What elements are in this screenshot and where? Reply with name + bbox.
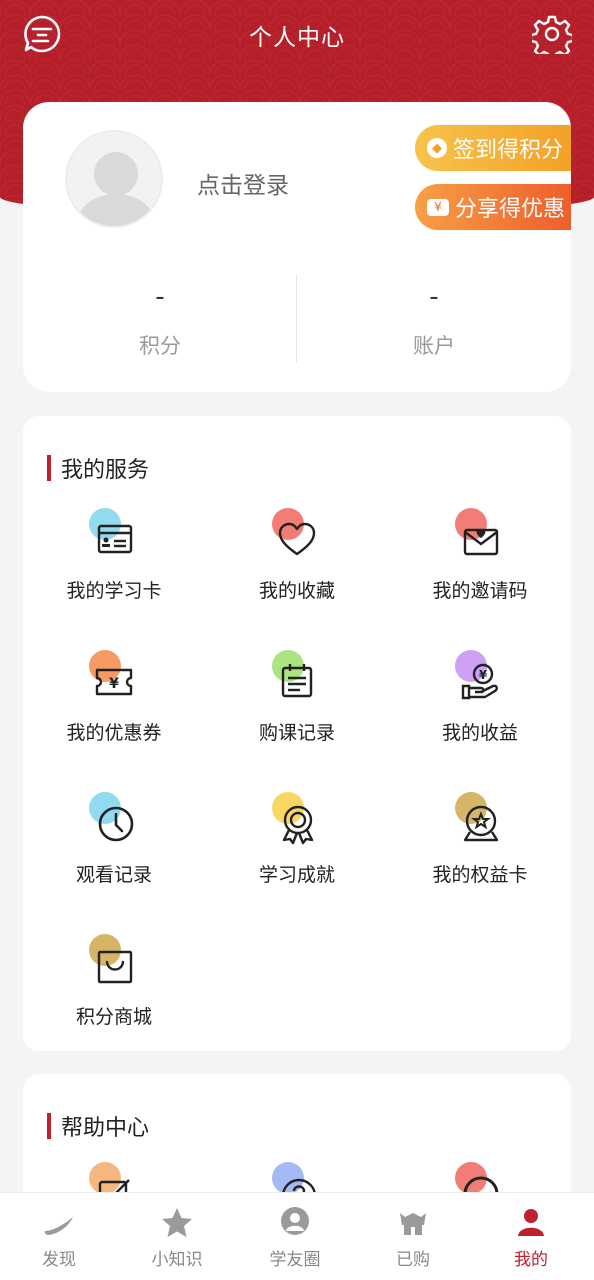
- top-bar: 个人中心: [0, 0, 594, 72]
- tab-label: 发现: [42, 1250, 76, 1270]
- svg-text:¥: ¥: [109, 676, 119, 692]
- account-value: -: [429, 282, 439, 312]
- points-value: -: [155, 282, 165, 312]
- service-label: 我的学习卡: [66, 580, 162, 602]
- help-title: 帮助中心: [61, 1116, 150, 1141]
- service-label: 我的邀请码: [432, 580, 528, 602]
- user-icon: [518, 1209, 544, 1236]
- star-icon: [162, 1208, 192, 1237]
- community-icon: [281, 1207, 309, 1235]
- service-watch-history[interactable]: 观看记录: [23, 792, 205, 887]
- help-heading: 帮助中心: [47, 1112, 150, 1141]
- profile-card: 点击登录 ◆ 签到得积分 ¥ 分享得优惠 - 积分 - 账户: [23, 102, 571, 392]
- tab-label: 小知识: [151, 1250, 203, 1270]
- service-coupons[interactable]: ¥ 我的优惠券: [23, 650, 205, 745]
- tab-discover[interactable]: 发现: [0, 1193, 118, 1280]
- tab-label: 已购: [396, 1250, 430, 1270]
- share-label: 分享得优惠: [455, 197, 566, 222]
- invite-envelope-icon: [463, 528, 499, 556]
- service-label: 我的权益卡: [432, 864, 528, 886]
- shopping-bag-icon: [97, 950, 133, 984]
- services-heading: 我的服务: [47, 454, 150, 483]
- sign-in-button[interactable]: ◆ 签到得积分: [415, 125, 571, 171]
- badge-star-icon: [463, 805, 499, 842]
- coin-icon: ◆: [427, 138, 447, 158]
- coupon-icon: ¥: [95, 668, 133, 696]
- share-button[interactable]: ¥ 分享得优惠: [415, 184, 571, 230]
- login-link[interactable]: 点击登录: [197, 166, 289, 200]
- avatar[interactable]: [65, 130, 163, 228]
- service-benefit-card[interactable]: 我的权益卡: [389, 792, 571, 887]
- service-study-card[interactable]: 我的学习卡: [23, 508, 205, 603]
- tab-community[interactable]: 学友圈: [236, 1193, 354, 1280]
- services-title: 我的服务: [61, 458, 150, 483]
- service-label: 积分商城: [75, 1006, 152, 1028]
- service-label: 我的收益: [441, 722, 518, 744]
- points-stat[interactable]: - 积分: [23, 282, 297, 360]
- service-invite-code[interactable]: 我的邀请码: [389, 508, 571, 603]
- bottom-tab-bar: 发现 小知识 学友圈 已购 我的: [0, 1192, 594, 1280]
- tab-label: 学友圈: [269, 1250, 321, 1270]
- sign-in-label: 签到得积分: [453, 138, 564, 163]
- service-favorites[interactable]: 我的收藏: [206, 508, 388, 603]
- svg-text:¥: ¥: [479, 668, 488, 682]
- heart-icon: [278, 522, 316, 556]
- service-label: 我的优惠券: [66, 722, 162, 744]
- study-card-icon: [97, 524, 133, 554]
- tab-mine[interactable]: 我的: [472, 1193, 590, 1280]
- tab-purchased[interactable]: 已购: [354, 1193, 472, 1280]
- tab-label: 我的: [514, 1250, 548, 1270]
- ticket-icon: ¥: [427, 198, 449, 216]
- page-title: 个人中心: [249, 25, 345, 51]
- service-label: 观看记录: [75, 864, 152, 886]
- service-points-mall[interactable]: 积分商城: [23, 934, 205, 1029]
- service-earnings[interactable]: ¥ 我的收益: [389, 650, 571, 745]
- tab-tips[interactable]: 小知识: [118, 1193, 236, 1280]
- discover-icon: [44, 1217, 73, 1235]
- clock-icon: [98, 806, 134, 842]
- gear-icon[interactable]: [529, 14, 575, 61]
- earnings-icon: ¥: [461, 663, 498, 700]
- service-label: 学习成就: [258, 864, 335, 886]
- purchased-icon: [400, 1213, 426, 1235]
- medal-icon: [282, 805, 314, 845]
- service-label: 我的收藏: [258, 580, 335, 602]
- services-section: 我的服务 我的学习卡 我的收藏 我的邀请码 ¥ 我的优惠券 购课记录 ¥ 我的收…: [23, 416, 571, 1051]
- service-purchase-records[interactable]: 购课记录: [206, 650, 388, 745]
- clipboard-icon: [281, 664, 313, 698]
- service-label: 购课记录: [258, 722, 335, 744]
- points-label: 积分: [139, 334, 181, 358]
- service-achievements[interactable]: 学习成就: [206, 792, 388, 887]
- account-label: 账户: [413, 334, 455, 358]
- account-stat[interactable]: - 账户: [297, 282, 571, 360]
